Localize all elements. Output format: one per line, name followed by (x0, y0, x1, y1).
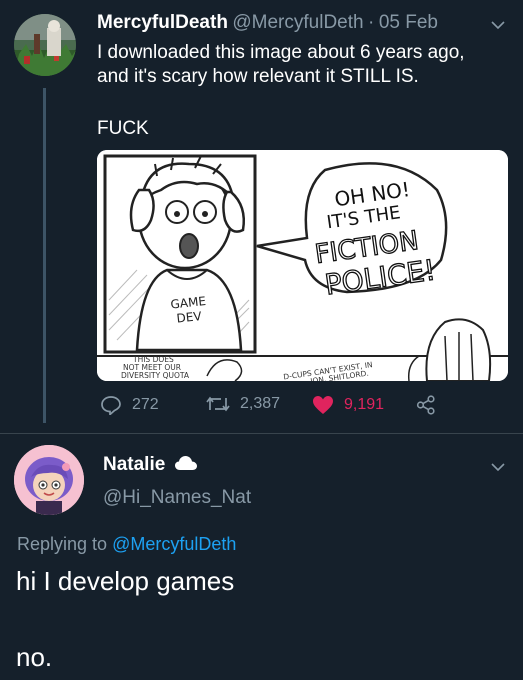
reply-text: hi I develop games (16, 566, 235, 596)
reply-author-handle[interactable]: @Hi_Names_Nat (103, 487, 251, 509)
share-icon (416, 395, 435, 415)
tweet-image[interactable]: GAME DEV OH NO! IT'S THE FICTION POLICE!… (97, 150, 508, 381)
author-avatar[interactable] (14, 14, 76, 76)
like-count: 9,191 (344, 396, 385, 413)
shirt-label-line2: DEV (176, 309, 203, 326)
tweet-header: MercyfulDeath @MercyfulDeth · 05 Feb (97, 12, 438, 34)
tweet-text-line: and it's scary how relevant it STILL IS. (97, 66, 419, 87)
retweet-action[interactable]: 2,387 (205, 395, 280, 413)
like-action[interactable]: 9,191 (312, 395, 384, 415)
caption-left-line3: DIVERSITY QUOTA (121, 371, 190, 380)
replying-to-link[interactable]: @MercyfulDeth (112, 534, 236, 554)
tweet-menu-button[interactable] (490, 18, 506, 36)
author-display-name[interactable]: MercyfulDeath (97, 12, 228, 33)
reply-header: Natalie (103, 454, 198, 476)
comment-icon (101, 396, 121, 415)
replying-to-line: Replying to @MercyfulDeth (17, 534, 236, 555)
reply-action[interactable]: 272 (100, 395, 159, 415)
reply-author-avatar[interactable] (14, 445, 84, 515)
chevron-down-icon (491, 463, 505, 472)
retweet-count: 2,387 (240, 395, 281, 412)
author-handle[interactable]: @MercyfulDeth (232, 12, 363, 33)
tweet-text-line: FUCK (97, 118, 149, 139)
replying-to-label: Replying to (17, 534, 108, 554)
reply-author-display-name[interactable]: Natalie (103, 454, 165, 475)
tweet-divider (0, 433, 523, 434)
reply-count: 272 (132, 396, 159, 413)
reply-menu-button[interactable] (490, 460, 506, 478)
heart-icon (313, 396, 333, 414)
tweet-date[interactable]: 05 Feb (379, 12, 438, 33)
reply-text-second: no. (16, 642, 53, 672)
tweet-text: I downloaded this image about 6 years ag… (97, 41, 465, 89)
chevron-down-icon (491, 21, 505, 30)
thread-connector-line (43, 88, 46, 423)
cloud-icon (174, 456, 197, 470)
header-separator: · (368, 12, 375, 33)
retweet-icon (206, 396, 230, 412)
tweet-text-line: I downloaded this image about 6 years ag… (97, 42, 465, 63)
share-action[interactable] (416, 395, 436, 415)
